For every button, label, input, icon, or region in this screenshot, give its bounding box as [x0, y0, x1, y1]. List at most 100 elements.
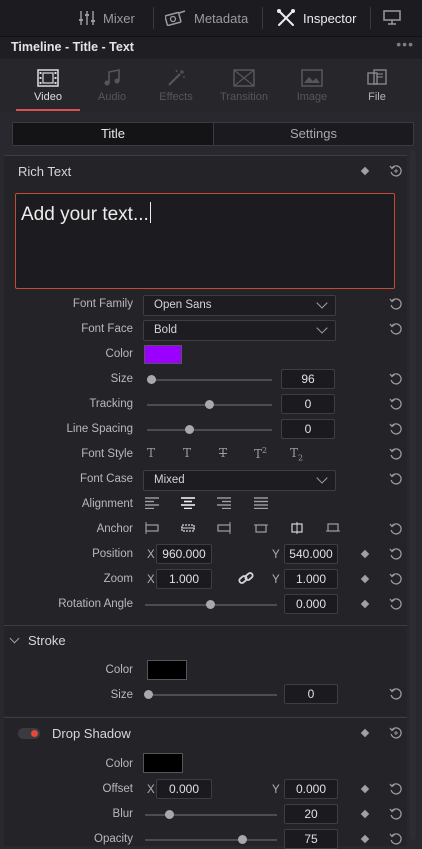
anchor-right-icon[interactable]: [217, 522, 231, 534]
tab-effects[interactable]: Effects: [142, 60, 210, 112]
reset-icon[interactable]: [389, 547, 403, 561]
reset-icon[interactable]: [389, 832, 403, 846]
fullscreen-inspector-button[interactable]: [383, 0, 401, 36]
shadow-opacity-input[interactable]: 75: [284, 829, 338, 849]
tab-video[interactable]: Video: [14, 60, 82, 112]
opacity-slider-knob[interactable]: [238, 835, 247, 844]
rich-text-heading: Rich Text: [18, 164, 72, 179]
tab-audio-label: Audio: [97, 91, 127, 103]
text-color-swatch[interactable]: [144, 345, 182, 364]
style-normal-button[interactable]: T: [147, 446, 155, 460]
font-style-label: Font Style: [81, 448, 133, 460]
rotation-slider-knob[interactable]: [206, 600, 215, 609]
inspector-tabs: Video Audio Effects Transition Image Fil…: [0, 60, 422, 112]
rotation-angle-input[interactable]: 0.000: [284, 594, 338, 614]
reset-icon[interactable]: [389, 782, 403, 796]
subtab-title[interactable]: Title: [13, 123, 213, 145]
align-left-icon[interactable]: [145, 497, 159, 509]
font-case-label: Font Case: [79, 473, 133, 485]
font-family-label: Font Family: [72, 298, 133, 310]
tab-transition[interactable]: Transition: [210, 60, 278, 112]
opacity-slider-track[interactable]: [145, 839, 277, 841]
zoom-x-input[interactable]: 1.000: [156, 569, 212, 589]
reset-icon[interactable]: [389, 572, 403, 586]
reset-icon[interactable]: [389, 322, 403, 336]
shadow-color-swatch[interactable]: [143, 753, 183, 773]
reset-icon[interactable]: [389, 472, 403, 486]
stroke-color-swatch[interactable]: [147, 660, 187, 680]
anchor-top-icon[interactable]: [254, 522, 268, 534]
style-strikethrough-button[interactable]: T: [219, 446, 227, 460]
mixer-button[interactable]: Mixer: [78, 0, 135, 36]
align-center-icon[interactable]: [181, 497, 195, 509]
rich-text-editor[interactable]: Add your text...: [15, 193, 395, 289]
anchor-left-icon[interactable]: [145, 522, 159, 534]
line-spacing-slider-track[interactable]: [147, 429, 272, 431]
stroke-size-slider-track[interactable]: [146, 694, 277, 696]
font-face-dropdown[interactable]: Bold: [143, 320, 336, 341]
superscript-mark: 2: [262, 446, 268, 455]
size-slider-track[interactable]: [147, 379, 272, 381]
reset-icon[interactable]: [389, 397, 403, 411]
zoom-label: Zoom: [103, 573, 133, 585]
music-icon: [104, 69, 120, 86]
shadow-blur-input[interactable]: 20: [284, 804, 338, 824]
text-placeholder: Add your text...: [21, 204, 149, 225]
tab-file[interactable]: File: [343, 60, 411, 112]
style-superscript-button[interactable]: T2: [254, 446, 267, 461]
stroke-size-slider-knob[interactable]: [144, 690, 153, 699]
tracking-label: Tracking: [89, 398, 133, 410]
blur-slider-knob[interactable]: [165, 810, 174, 819]
panel-title-bar: Timeline - Title - Text •••: [0, 36, 422, 59]
font-family-dropdown[interactable]: Open Sans: [143, 295, 336, 316]
position-label: Position: [92, 548, 133, 560]
link-icon[interactable]: [238, 571, 254, 585]
tab-image[interactable]: Image: [278, 60, 346, 112]
chevron-down-icon: [316, 322, 328, 334]
subtab-settings[interactable]: Settings: [214, 123, 413, 145]
font-face-label: Font Face: [81, 323, 133, 335]
shadow-offset-y-input[interactable]: 0.000: [284, 779, 338, 799]
align-right-icon[interactable]: [217, 497, 231, 509]
align-justify-icon[interactable]: [254, 497, 268, 509]
magic-wand-icon: [168, 69, 185, 86]
anchor-bottom-icon[interactable]: [326, 522, 340, 534]
reset-icon[interactable]: [389, 597, 403, 611]
position-x-input[interactable]: 960.000: [156, 544, 212, 564]
reset-add-icon[interactable]: [389, 164, 403, 178]
anchor-center-icon[interactable]: [181, 522, 195, 534]
stroke-size-input[interactable]: 0: [284, 684, 338, 704]
inspector-button[interactable]: Inspector: [276, 0, 356, 36]
more-options-icon[interactable]: •••: [396, 36, 414, 52]
inspector-label: Inspector: [303, 10, 357, 26]
drop-shadow-toggle[interactable]: [18, 728, 40, 739]
mixer-icon: [79, 11, 95, 25]
subscript-glyph: T: [290, 446, 299, 460]
position-y-input[interactable]: 540.000: [284, 544, 338, 564]
tracking-slider-knob[interactable]: [205, 400, 214, 409]
reset-icon[interactable]: [389, 687, 403, 701]
reset-icon[interactable]: [389, 422, 403, 436]
shadow-offset-x-input[interactable]: 0.000: [156, 779, 212, 799]
reset-icon[interactable]: [389, 297, 403, 311]
reset-icon[interactable]: [389, 372, 403, 386]
style-subscript-button[interactable]: T2: [290, 446, 303, 462]
reset-icon[interactable]: [389, 447, 403, 461]
reset-icon[interactable]: [389, 807, 403, 821]
zoom-y-input[interactable]: 1.000: [284, 569, 338, 589]
reset-add-icon[interactable]: [389, 726, 403, 740]
stroke-heading: Stroke: [28, 633, 66, 648]
tab-audio[interactable]: Audio: [78, 60, 146, 112]
panel-scrollbar[interactable]: [410, 150, 416, 840]
size-input[interactable]: 96: [281, 369, 335, 389]
tracking-input[interactable]: 0: [281, 394, 335, 414]
metadata-button[interactable]: Metadata: [165, 0, 248, 36]
font-case-dropdown[interactable]: Mixed: [143, 470, 336, 491]
anchor-middle-icon[interactable]: [290, 522, 304, 534]
style-serif-button[interactable]: T: [183, 446, 191, 460]
drop-shadow-heading: Drop Shadow: [52, 726, 131, 741]
reset-icon[interactable]: [389, 522, 403, 536]
size-slider-knob[interactable]: [147, 375, 156, 384]
line-spacing-slider-knob[interactable]: [185, 425, 194, 434]
line-spacing-input[interactable]: 0: [281, 419, 335, 439]
